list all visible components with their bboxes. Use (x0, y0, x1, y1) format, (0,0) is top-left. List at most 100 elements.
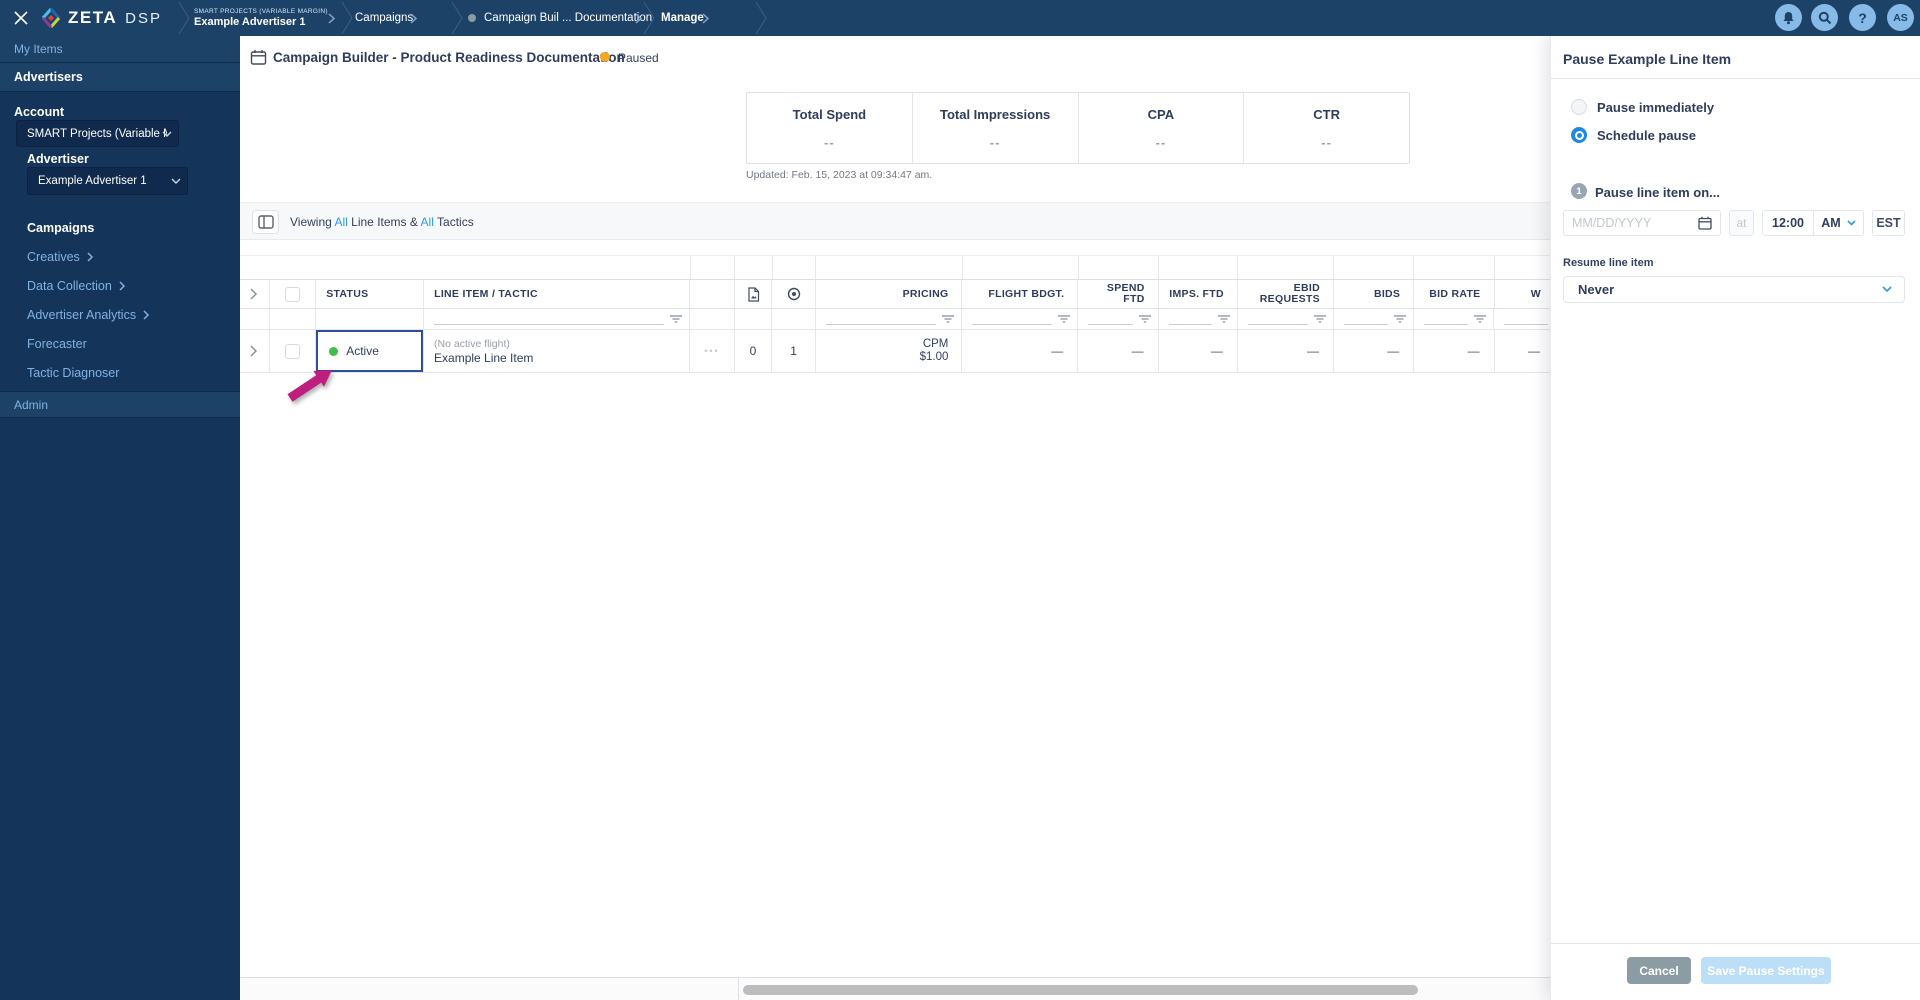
calendar-icon[interactable] (1698, 216, 1712, 230)
row-checkbox[interactable] (284, 343, 300, 359)
line-item-cell[interactable]: (No active flight) Example Line Item (424, 330, 691, 372)
sidebar-item-data-collection[interactable]: Data Collection (27, 279, 126, 293)
filter-icon[interactable] (1057, 314, 1071, 324)
filter-spend-ftd[interactable] (1078, 309, 1159, 329)
sidebar-item-advertisers[interactable]: Advertisers (0, 63, 240, 92)
column-header-spend-ftd[interactable]: SPEND FTD (1078, 280, 1159, 308)
filter-input[interactable] (1343, 313, 1389, 325)
all-line-items-link[interactable]: All (334, 215, 347, 229)
filter-icon[interactable] (1473, 314, 1487, 324)
advertisers-label: Advertisers (14, 70, 83, 84)
empty-value: — (1387, 344, 1400, 358)
meridiem-select[interactable]: AM (1813, 211, 1863, 235)
advertiser-select[interactable]: Example Advertiser 1 (27, 167, 188, 195)
column-header-ebid-requests[interactable]: EBID REQUESTS (1238, 280, 1334, 308)
column-header-wins[interactable]: W (1495, 280, 1551, 308)
filter-flight-budget[interactable] (962, 309, 1079, 329)
column-header-creatives[interactable] (735, 280, 773, 308)
pause-immediately-option[interactable]: Pause immediately (1571, 99, 1714, 115)
breadcrumb-campaigns[interactable]: Campaigns (355, 0, 413, 36)
filter-input[interactable] (1247, 313, 1308, 325)
zeta-dsp-logo[interactable]: ZETA DSP (40, 0, 162, 36)
filter-input[interactable] (1168, 313, 1212, 325)
empty-value: — (1131, 344, 1144, 358)
sidebar-item-my-items[interactable]: My Items (0, 36, 240, 63)
radio-unselected-icon[interactable] (1571, 99, 1587, 115)
table-filter-row (240, 309, 1550, 330)
sidebar-item-tactic-diagnoser[interactable]: Tactic Diagnoser (27, 366, 119, 380)
filter-icon[interactable] (1393, 314, 1407, 324)
pause-date-input[interactable] (1572, 216, 1682, 230)
filter-icon[interactable] (1217, 314, 1231, 324)
filter-input[interactable] (825, 313, 937, 325)
filter-input[interactable] (433, 313, 665, 325)
column-header-status[interactable]: STATUS (316, 280, 425, 308)
pause-time-input[interactable] (1763, 216, 1813, 230)
user-avatar[interactable]: AS (1887, 4, 1914, 31)
all-tactics-link[interactable]: All (421, 215, 434, 229)
filter-input[interactable] (972, 313, 1053, 325)
sidebar-item-admin[interactable]: Admin (0, 391, 240, 418)
help-button[interactable]: ? (1849, 4, 1876, 31)
filter-icon[interactable] (1313, 314, 1327, 324)
column-header-tactics[interactable] (772, 280, 816, 308)
search-button[interactable] (1811, 4, 1838, 31)
paused-status-dot-icon (600, 52, 610, 62)
column-header-pricing[interactable]: PRICING (816, 280, 963, 308)
filter-input[interactable] (1424, 313, 1469, 325)
filter-bids[interactable] (1334, 309, 1415, 329)
breadcrumb-advertiser[interactable]: SMART PROJECTS (VARIABLE MARGIN) Example… (194, 0, 328, 36)
filter-icon[interactable] (1138, 314, 1152, 324)
breadcrumb-divider (755, 1, 767, 35)
filter-pricing[interactable] (816, 309, 963, 329)
save-pause-settings-button[interactable]: Save Pause Settings (1701, 957, 1831, 984)
filter-ebid-requests[interactable] (1238, 309, 1334, 329)
breadcrumb-manage[interactable]: Manage (661, 0, 704, 36)
filter-imps-ftd[interactable] (1159, 309, 1238, 329)
horizontal-scrollbar[interactable] (743, 985, 1418, 995)
column-header-bids[interactable]: BIDS (1334, 280, 1415, 308)
filter-icon[interactable] (669, 314, 683, 324)
notifications-button[interactable] (1775, 4, 1802, 31)
campaign-status-badge: Paused (618, 51, 659, 65)
breadcrumb-campaign[interactable]: Campaign Buil ... Documentation (468, 0, 652, 36)
select-all-checkbox[interactable] (284, 286, 300, 302)
column-header-imps-ftd[interactable]: IMPS. FTD (1159, 280, 1238, 308)
sidebar-item-creatives[interactable]: Creatives (27, 250, 94, 264)
row-expander[interactable] (240, 330, 270, 372)
column-header-bid-rate[interactable]: BID RATE (1414, 280, 1495, 308)
column-header-flight-budget[interactable]: FLIGHT BDGT. (962, 280, 1079, 308)
chevron-right-icon[interactable] (635, 13, 643, 24)
row-menu-button[interactable]: ••• (704, 346, 719, 356)
column-header-line-item[interactable]: LINE ITEM / TACTIC (424, 280, 691, 308)
breadcrumb-campaigns-label: Campaigns (355, 12, 414, 24)
sidebar-item-forecaster[interactable]: Forecaster (27, 337, 87, 351)
filter-bid-rate[interactable] (1414, 309, 1495, 329)
sidebar-item-campaigns[interactable]: Campaigns (27, 221, 94, 235)
filter-wins[interactable] (1494, 309, 1550, 329)
avatar-initials: AS (1893, 11, 1908, 24)
pause-date-field[interactable] (1563, 210, 1721, 236)
chevron-right-icon[interactable] (702, 13, 710, 24)
filter-icon[interactable] (941, 314, 955, 324)
bid-rate-cell: — (1414, 330, 1495, 372)
chevron-right-icon[interactable] (328, 13, 336, 24)
account-select[interactable]: SMART Projects (Variable M... (16, 120, 179, 147)
filter-line-item[interactable] (424, 309, 691, 329)
resume-select[interactable]: Never (1563, 276, 1905, 303)
pause-time-field[interactable]: AM (1762, 210, 1864, 236)
radio-selected-icon[interactable] (1571, 127, 1587, 143)
stat-value: -- (824, 135, 835, 150)
schedule-pause-option[interactable]: Schedule pause (1571, 127, 1696, 143)
filter-input[interactable] (1088, 313, 1133, 325)
close-icon[interactable] (10, 7, 32, 29)
table-row: Active (No active flight) Example Line I… (240, 330, 1550, 373)
at-label-box: at (1729, 210, 1754, 236)
sidebar-item-advertiser-analytics[interactable]: Advertiser Analytics (27, 308, 150, 322)
filter-input[interactable] (1504, 313, 1548, 325)
chevron-right-icon[interactable] (410, 13, 418, 24)
cancel-button[interactable]: Cancel (1627, 957, 1691, 984)
column-layout-button[interactable] (252, 210, 279, 234)
expand-all-button[interactable] (240, 280, 270, 308)
timezone-box[interactable]: EST (1872, 210, 1905, 236)
